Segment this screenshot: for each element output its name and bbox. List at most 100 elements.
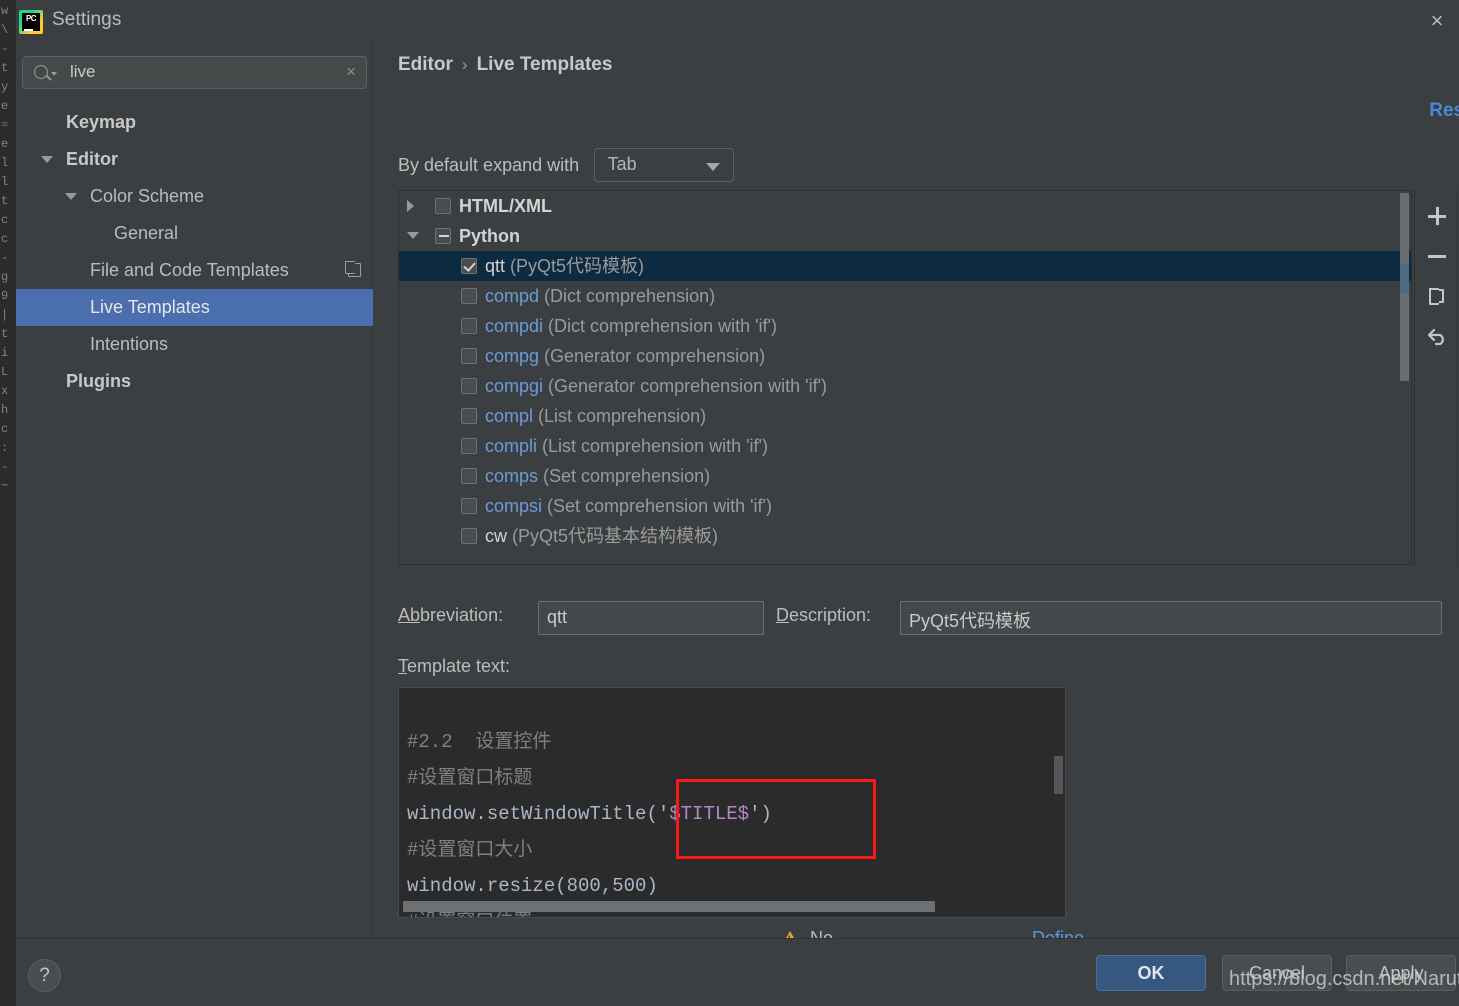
template-text-label: Template text:: [398, 656, 511, 676]
template-enabled-checkbox[interactable]: [461, 528, 477, 544]
sidebar-item-label: Intentions: [90, 334, 169, 354]
templates-list[interactable]: HTML/XML Python qtt (PyQt5代码模板) compd (Dict…: [398, 190, 1412, 565]
copy-icon: [1429, 288, 1444, 305]
template-enabled-checkbox[interactable]: [461, 258, 477, 274]
abbreviation-label: Abbreviation:: [398, 605, 504, 625]
template-description: (List comprehension with 'if'): [537, 436, 768, 456]
template-fields-row: Abbreviation: qtt Description: PyQt5代码模板: [398, 601, 1458, 635]
chevron-down-icon[interactable]: [407, 232, 419, 239]
code-line: #2.2 设置控件: [407, 724, 772, 760]
template-enabled-checkbox[interactable]: [461, 318, 477, 334]
sidebar-item-plugins[interactable]: Plugins: [16, 363, 373, 400]
template-enabled-checkbox[interactable]: [461, 288, 477, 304]
template-text-editor[interactable]: #2.2 设置控件 #设置窗口标题 window.setWindowTitle('$…: [398, 687, 1066, 918]
template-enabled-checkbox[interactable]: [461, 348, 477, 364]
copy-icon[interactable]: [345, 261, 361, 277]
plus-icon-vertical: [1435, 207, 1439, 225]
sidebar-item-keymap[interactable]: Keymap: [16, 104, 373, 141]
sidebar-item-label: General: [114, 223, 179, 243]
pycharm-logo-icon: PC: [19, 10, 43, 34]
templates-list-toolbar: [1414, 190, 1458, 565]
default-expand-value: Tab: [607, 154, 637, 174]
abbreviation-field[interactable]: qtt: [538, 601, 764, 635]
template-list-row[interactable]: compl (List comprehension): [399, 401, 1411, 431]
sidebar-item-intentions[interactable]: Intentions: [16, 326, 373, 363]
template-list-row[interactable]: compgi (Generator comprehension with 'if…: [399, 371, 1411, 401]
settings-search: live ×: [22, 56, 367, 89]
duplicate-template-button[interactable]: [1421, 280, 1453, 312]
editor-vertical-scrollbar[interactable]: [1054, 756, 1063, 794]
sidebar-item-color-scheme[interactable]: Color Scheme: [16, 178, 373, 215]
sidebar-item-label: Live Templates: [90, 297, 210, 317]
breadcrumb-root[interactable]: Editor: [398, 54, 453, 75]
template-abbreviation: compg: [485, 346, 540, 366]
close-icon[interactable]: ×: [1419, 4, 1455, 38]
template-row-text: compli (List comprehension with 'if'): [485, 431, 768, 461]
template-description: (PyQt5代码模板): [505, 256, 645, 276]
template-list-row[interactable]: Python: [399, 221, 1411, 251]
chevron-down-icon[interactable]: [41, 156, 53, 163]
search-input-value: live: [70, 62, 96, 81]
template-description: (Generator comprehension with 'if'): [543, 376, 828, 396]
sidebar-item-label: File and Code Templates: [90, 260, 289, 280]
template-row-text: HTML/XML: [459, 191, 552, 221]
code-comment: #2.2 设置控件: [407, 731, 552, 753]
template-row-text: compl (List comprehension): [485, 401, 706, 431]
template-list-row[interactable]: compli (List comprehension with 'if'): [399, 431, 1411, 461]
template-description: (Dict comprehension): [539, 286, 716, 306]
template-row-text: compgi (Generator comprehension with 'if…: [485, 371, 827, 401]
sidebar-item-file-and-code-templates[interactable]: File and Code Templates: [16, 252, 373, 289]
minus-icon: [1428, 254, 1446, 258]
editor-horizontal-scrollbar[interactable]: [403, 901, 935, 912]
template-list-row[interactable]: qtt (PyQt5代码模板): [399, 251, 1411, 281]
template-row-text: cw (PyQt5代码基本结构模板): [485, 521, 718, 551]
help-button[interactable]: ?: [28, 959, 61, 992]
remove-template-button[interactable]: [1421, 240, 1453, 272]
template-list-row[interactable]: HTML/XML: [399, 191, 1411, 221]
default-expand-combo[interactable]: Tab: [593, 148, 734, 182]
template-row-text: qtt (PyQt5代码模板): [485, 251, 644, 281]
template-enabled-checkbox[interactable]: [435, 198, 451, 214]
settings-sidebar: live × Keymap Editor Color Scheme General Fi…: [16, 44, 373, 938]
sidebar-item-general[interactable]: General: [16, 215, 373, 252]
chevron-right-icon[interactable]: [407, 200, 414, 212]
template-list-row[interactable]: compsi (Set comprehension with 'if'): [399, 491, 1411, 521]
clear-search-icon[interactable]: ×: [346, 62, 356, 82]
template-row-text: comps (Set comprehension): [485, 461, 710, 491]
default-expand-label: By default expand with: [398, 154, 580, 175]
description-value: PyQt5代码模板: [909, 611, 1032, 631]
abbreviation-value: qtt: [547, 607, 568, 627]
reset-link[interactable]: Reset: [1429, 100, 1459, 122]
search-options-chevron-icon[interactable]: [51, 72, 57, 76]
template-row-text: compsi (Set comprehension with 'if'): [485, 491, 772, 521]
template-list-row[interactable]: cw (PyQt5代码基本结构模板): [399, 521, 1411, 551]
template-list-row[interactable]: compdi (Dict comprehension with 'if'): [399, 311, 1411, 341]
template-description: (Dict comprehension with 'if'): [543, 316, 777, 336]
template-abbreviation: cw: [485, 526, 507, 546]
search-input[interactable]: live ×: [22, 56, 367, 89]
template-list-row[interactable]: comps (Set comprehension): [399, 461, 1411, 491]
template-enabled-checkbox[interactable]: [461, 378, 477, 394]
template-enabled-checkbox[interactable]: [461, 408, 477, 424]
template-list-row[interactable]: compg (Generator comprehension): [399, 341, 1411, 371]
template-abbreviation: qtt: [485, 256, 506, 276]
template-list-row[interactable]: compd (Dict comprehension): [399, 281, 1411, 311]
sidebar-item-label: Editor: [66, 149, 118, 169]
sidebar-item-live-templates[interactable]: Live Templates: [16, 289, 373, 326]
template-enabled-checkbox[interactable]: [461, 498, 477, 514]
template-row-text: compg (Generator comprehension): [485, 341, 765, 371]
template-enabled-checkbox[interactable]: [461, 468, 477, 484]
chevron-down-icon[interactable]: [65, 193, 77, 200]
description-field[interactable]: PyQt5代码模板: [900, 601, 1442, 635]
restore-defaults-button[interactable]: [1421, 320, 1453, 352]
ok-button[interactable]: OK: [1096, 955, 1206, 991]
template-enabled-checkbox[interactable]: [435, 228, 451, 244]
background-editor-bleed: w \ - t y e ≈ e l l t c c - g 9 | t i Lx h c: - ~: [0, 0, 16, 1006]
title-bar: PC Settings ×: [16, 0, 1459, 44]
sidebar-item-editor[interactable]: Editor: [16, 141, 373, 178]
window-title: Settings: [52, 9, 122, 30]
add-template-button[interactable]: [1421, 200, 1453, 232]
sidebar-item-label: Keymap: [66, 112, 137, 132]
template-enabled-checkbox[interactable]: [461, 438, 477, 454]
templates-list-scrollbar[interactable]: [1400, 193, 1409, 381]
